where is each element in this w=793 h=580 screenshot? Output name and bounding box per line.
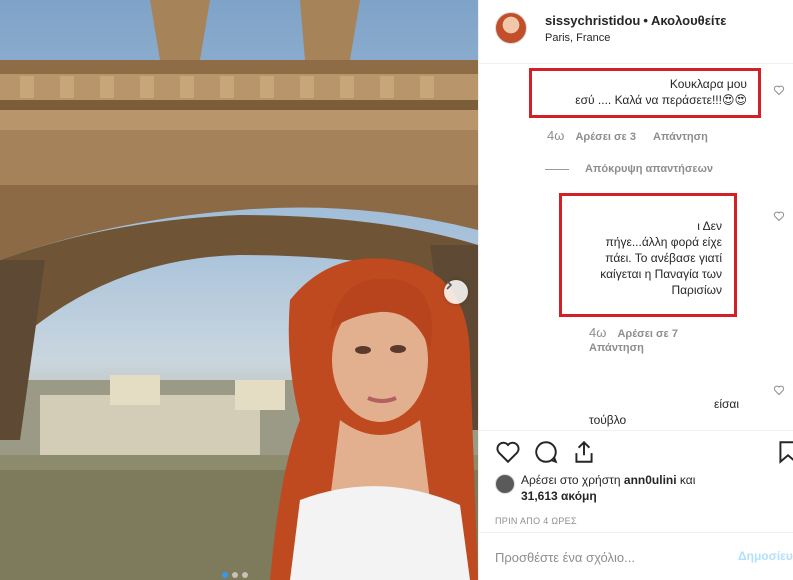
heart-icon[interactable] (773, 210, 785, 222)
post-photo[interactable] (0, 0, 478, 580)
likes-text: Αρέσει στο χρήστη ann0ulini και 31,613 α… (521, 472, 785, 504)
carousel-dot (242, 572, 248, 578)
comment-line: είσαι (713, 397, 739, 411)
likes-prefix: Αρέσει στο χρήστη (521, 473, 621, 487)
comment-line: εσύ .... Καλά να περάσετε!!!😍😍 (575, 93, 747, 107)
reply-button[interactable]: Απάντηση (653, 131, 708, 143)
comment-line: ι Δεν (697, 219, 722, 233)
action-bar (479, 430, 793, 470)
eiffel-tower-photo (0, 0, 478, 580)
comment-text: Κουκλαρα μου εσύ .... Καλά να περάσετε!!… (537, 76, 747, 108)
reply-button[interactable]: Απάντηση (589, 342, 644, 354)
comment-line: τούβλο (589, 413, 627, 427)
post-comment-button[interactable]: Δημοσίευση (738, 549, 793, 563)
chevron-right-icon (446, 280, 453, 290)
divider-line (545, 169, 569, 170)
avatar[interactable] (495, 474, 515, 494)
comments-list[interactable]: Κουκλαρα μου εσύ .... Καλά να περάσετε!!… (479, 64, 793, 430)
add-comment-bar: Δημοσίευση (479, 532, 793, 580)
comment-text: ι Δεν πήγε...άλλη φορά είχε πάει. Το ανέ… (567, 218, 722, 298)
carousel-dot (222, 572, 228, 578)
next-photo-button[interactable] (444, 280, 468, 304)
post-timestamp[interactable]: ΠΡΙΝ ΑΠΟ 4 ΩΡΕΣ (495, 516, 577, 526)
comment-meta: 4ω Αρέσει σε 7 (589, 325, 678, 340)
comment-likes[interactable]: Αρέσει σε 7 (617, 328, 678, 340)
comment-line: καίγεται η Παναγία των (600, 267, 722, 281)
carousel-dots (222, 572, 248, 578)
heart-icon[interactable] (495, 439, 521, 465)
following-button[interactable]: Ακολουθείτε (651, 13, 727, 28)
carousel-dot (232, 572, 238, 578)
comment-likes[interactable]: Αρέσει σε 3 (575, 131, 636, 143)
post-sidebar: sissychristidou • Ακολουθείτε Paris, Franc… (478, 0, 793, 580)
post-header: sissychristidou • Ακολουθείτε Paris, Franc… (479, 0, 793, 64)
comment-age: 4ω (547, 128, 565, 143)
comment-meta: 4ω Αρέσει σε 3 Απάντηση (547, 128, 708, 143)
comment-line: πάει. Το ανέβασε γιατί (605, 251, 722, 265)
username-link[interactable]: sissychristidou (545, 13, 640, 28)
likes-count[interactable]: 31,613 (521, 489, 558, 503)
heart-icon[interactable] (773, 384, 785, 396)
comment-line: πήγε...άλλη φορά είχε (605, 235, 722, 249)
separator: • (643, 13, 648, 28)
comment-line: Παρισίων (671, 283, 722, 297)
liker-username[interactable]: ann0ulini (624, 473, 677, 487)
share-icon[interactable] (571, 439, 597, 465)
heart-icon[interactable] (773, 84, 785, 96)
comment-age: 4ω (589, 325, 607, 340)
location-link[interactable]: Paris, France (545, 32, 610, 44)
hide-replies-button[interactable]: Απόκρυψη απαντήσεων (585, 163, 713, 175)
comment-line: Κουκλαρα μου (669, 77, 747, 91)
bookmark-icon[interactable] (775, 439, 793, 465)
comment-icon[interactable] (533, 439, 559, 465)
post-author: sissychristidou • Ακολουθείτε (545, 13, 726, 28)
likes-summary: Αρέσει στο χρήστη ann0ulini και 31,613 α… (495, 472, 785, 504)
avatar[interactable] (495, 12, 527, 44)
likes-and: και (679, 473, 696, 487)
comment-input[interactable] (495, 547, 715, 567)
likes-suffix[interactable]: ακόμη (561, 489, 597, 503)
